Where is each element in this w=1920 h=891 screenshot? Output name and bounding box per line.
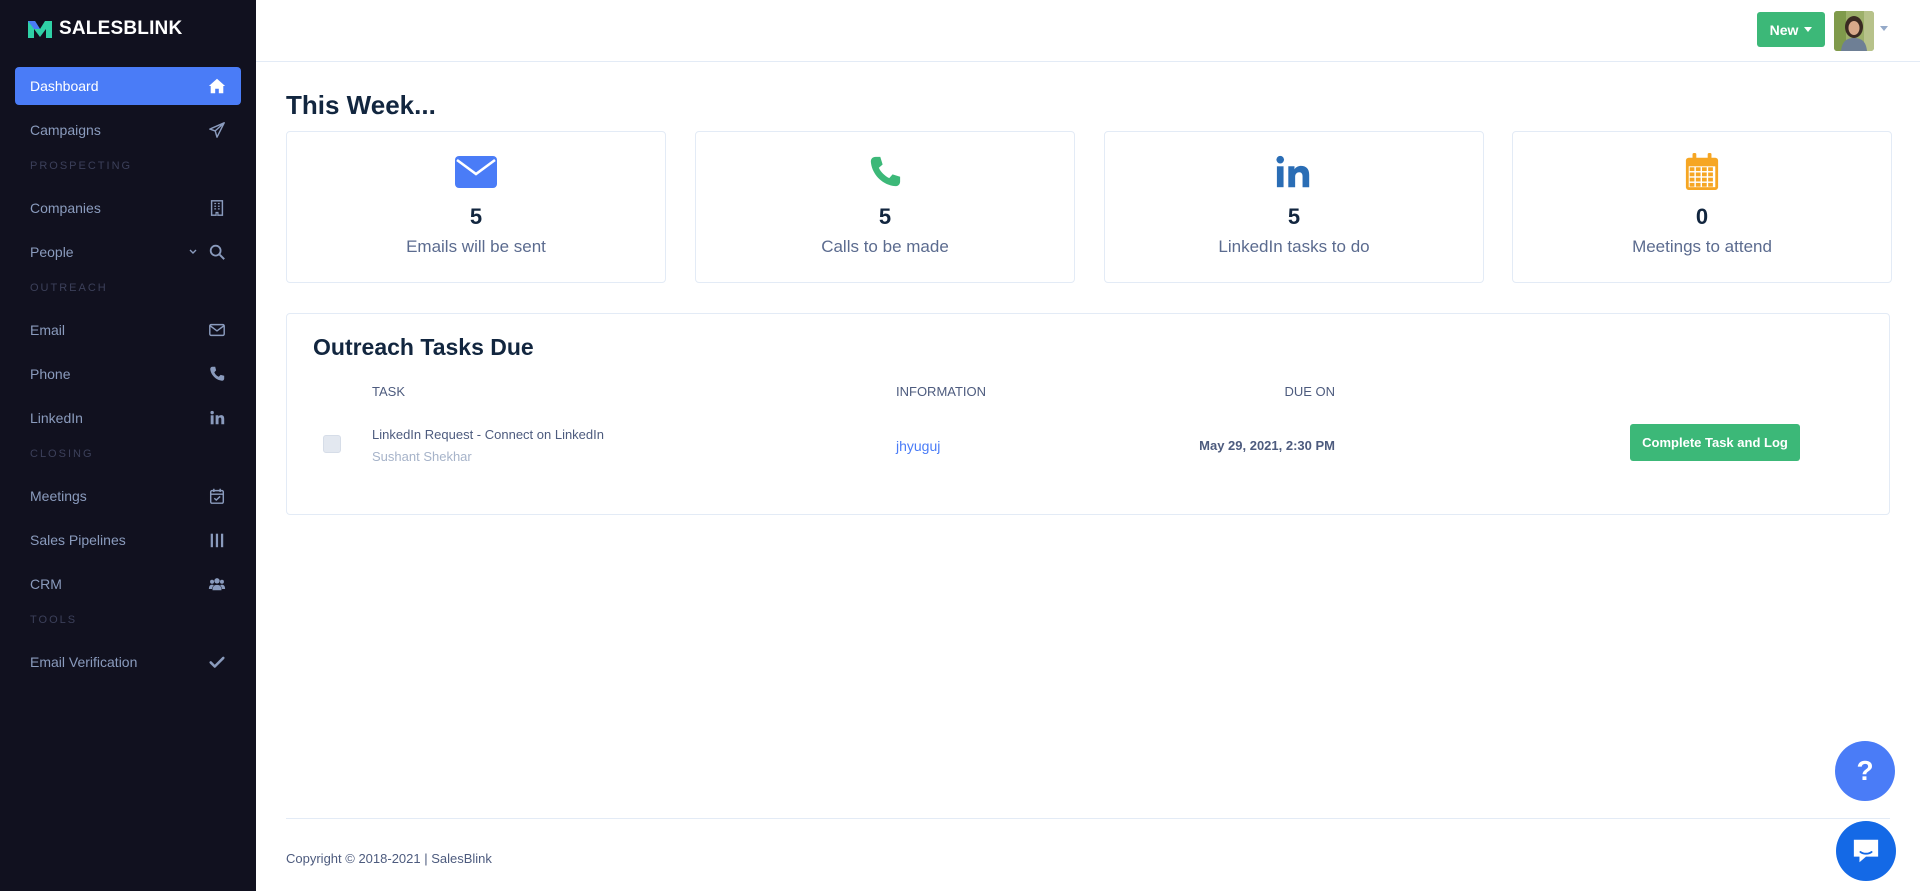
column-header-task: TASK <box>372 384 405 399</box>
sidebar: SALESBLINK Dashboard Campaigns PROSPECTI… <box>0 0 256 891</box>
salesblink-logo-icon <box>28 21 52 38</box>
tasks-title: Outreach Tasks Due <box>313 334 534 360</box>
chat-button[interactable] <box>1836 821 1896 881</box>
stat-label: LinkedIn tasks to do <box>1218 237 1370 256</box>
stat-label: Calls to be made <box>821 237 949 256</box>
avatar[interactable] <box>1834 11 1874 51</box>
sidebar-item-label: CRM <box>30 576 62 592</box>
users-icon <box>208 575 226 593</box>
stat-card-linkedin: 5 LinkedIn tasks to do <box>1104 131 1484 283</box>
task-information-link[interactable]: jhyuguj <box>896 438 940 454</box>
sidebar-item-label: LinkedIn <box>30 410 83 426</box>
stat-label: Meetings to attend <box>1632 237 1772 256</box>
sidebar-item-label: Companies <box>30 200 101 216</box>
sidebar-item-label: Phone <box>30 366 71 382</box>
help-label: ? <box>1856 755 1874 786</box>
sidebar-item-companies[interactable]: Companies <box>15 189 241 227</box>
sidebar-item-email-verification[interactable]: Email Verification <box>15 643 241 681</box>
section-label-outreach: OUTREACH <box>30 282 108 294</box>
sidebar-item-dashboard[interactable]: Dashboard <box>15 67 241 105</box>
avatar-caret-icon[interactable] <box>1880 26 1888 31</box>
stat-value: 5 <box>1287 204 1301 229</box>
envelope-icon <box>208 321 226 339</box>
section-label-prospecting: PROSPECTING <box>30 160 133 172</box>
brand-name: SALESBLINK <box>59 18 183 39</box>
chevron-down-icon[interactable] <box>188 243 198 261</box>
search-icon[interactable] <box>208 243 226 261</box>
stat-card-calls: 5 Calls to be made <box>695 131 1075 283</box>
stat-value: 0 <box>1695 204 1709 229</box>
task-checkbox[interactable] <box>323 435 341 453</box>
chat-icon <box>1853 839 1879 863</box>
stat-card-meetings: 0 Meetings to attend <box>1512 131 1892 283</box>
sidebar-item-email[interactable]: Email <box>15 311 241 349</box>
page-title: This Week... <box>286 90 436 120</box>
phone-icon <box>696 150 1074 194</box>
footer-copyright: Copyright © 2018-2021 | SalesBlink <box>286 851 492 866</box>
stat-label: Emails will be sent <box>406 237 546 256</box>
sidebar-item-phone[interactable]: Phone <box>15 355 241 393</box>
column-header-information: INFORMATION <box>896 384 987 399</box>
task-due-date: May 29, 2021, 2:30 PM <box>1199 438 1335 453</box>
task-person[interactable]: Sushant Shekhar <box>372 449 472 464</box>
sidebar-item-crm[interactable]: CRM <box>15 565 241 603</box>
linkedin-icon <box>1105 150 1483 194</box>
brand[interactable]: SALESBLINK <box>0 0 256 58</box>
calendar-check-icon <box>208 487 226 505</box>
footer-divider <box>286 818 1890 819</box>
sidebar-item-campaigns[interactable]: Campaigns <box>15 111 241 149</box>
sidebar-item-label: Meetings <box>30 488 87 504</box>
top-bar <box>256 0 1920 62</box>
stat-value: 5 <box>469 204 483 229</box>
sidebar-item-sales-pipelines[interactable]: Sales Pipelines <box>15 521 241 559</box>
avatar-image <box>1834 11 1874 51</box>
sidebar-item-meetings[interactable]: Meetings <box>15 477 241 515</box>
linkedin-icon <box>208 409 226 427</box>
caret-down-icon <box>1804 27 1813 32</box>
new-button[interactable]: New <box>1757 12 1825 47</box>
sidebar-item-people[interactable]: People <box>15 233 241 271</box>
sidebar-item-linkedin[interactable]: LinkedIn <box>15 399 241 437</box>
home-icon <box>208 77 226 95</box>
column-header-due-on: DUE ON <box>1284 384 1335 399</box>
new-button-label: New <box>1769 21 1799 38</box>
stat-card-emails: 5 Emails will be sent <box>286 131 666 283</box>
sidebar-item-label: Sales Pipelines <box>30 532 126 548</box>
task-title: LinkedIn Request - Connect on LinkedIn <box>372 427 604 442</box>
calendar-icon <box>1513 150 1891 194</box>
sidebar-item-label: Campaigns <box>30 122 101 138</box>
columns-icon <box>208 531 226 549</box>
phone-icon <box>208 365 226 383</box>
check-icon <box>208 653 226 671</box>
section-label-tools: TOOLS <box>30 614 78 626</box>
section-label-closing: CLOSING <box>30 448 94 460</box>
sidebar-item-label: Email Verification <box>30 654 138 670</box>
envelope-icon <box>287 150 665 194</box>
outreach-tasks-card: Outreach Tasks Due TASK INFORMATION DUE … <box>286 313 1890 515</box>
sidebar-item-label: People <box>30 244 74 260</box>
sidebar-item-label: Dashboard <box>30 78 99 94</box>
building-icon <box>208 199 226 217</box>
paper-plane-icon <box>208 121 226 139</box>
stat-value: 5 <box>878 204 892 229</box>
sidebar-item-label: Email <box>30 322 66 338</box>
complete-task-button[interactable]: Complete Task and Log <box>1630 424 1800 461</box>
help-button[interactable]: ? <box>1835 741 1895 801</box>
